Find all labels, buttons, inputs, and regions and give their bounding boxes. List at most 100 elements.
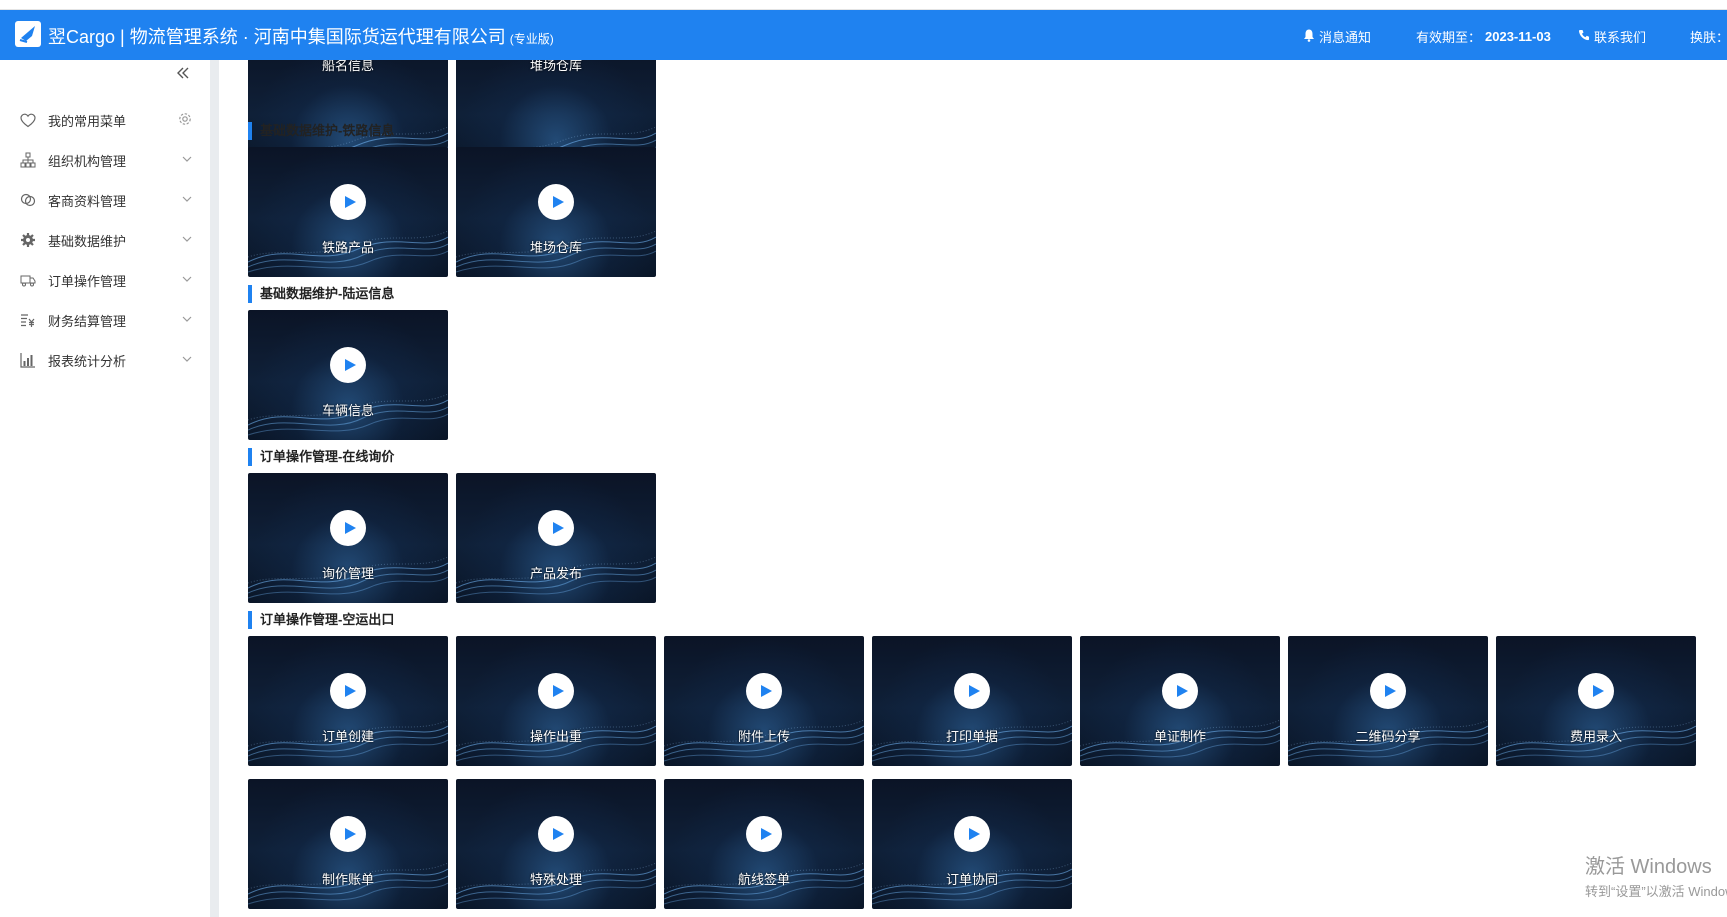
play-icon[interactable] [330, 816, 366, 852]
contact-button[interactable]: 联系我们 [1578, 27, 1646, 46]
sidebar-item-label: 订单操作管理 [48, 273, 127, 289]
validity-info: 有效期至： 2023-11-03 [1416, 27, 1551, 46]
play-icon[interactable] [330, 510, 366, 546]
play-icon[interactable] [330, 673, 366, 709]
video-card-label: 特殊处理 [529, 872, 582, 887]
video-card[interactable]: 单证制作 [1080, 636, 1280, 766]
chevron-down-icon [182, 312, 192, 327]
chart-icon [20, 352, 36, 368]
video-card[interactable]: 堆场仓库 [456, 147, 656, 277]
chevron-down-icon [182, 352, 192, 367]
sidebar-item-org[interactable]: 组织机构管理 [0, 140, 210, 180]
video-card-label: 航线签单 [737, 872, 790, 887]
video-card[interactable]: 产品发布 [456, 473, 656, 603]
money-icon [20, 312, 36, 328]
sidebar: 我的常用菜单 组织机构管理 客商资料管理 基础数据维护 订单操作管理 财务结算管… [0, 60, 210, 917]
sidebar-menu: 我的常用菜单 组织机构管理 客商资料管理 基础数据维护 订单操作管理 财务结算管… [0, 100, 210, 380]
skin-label: 换肤： [1690, 30, 1727, 45]
logo-icon [15, 21, 41, 47]
video-card[interactable]: 询价管理 [248, 473, 448, 603]
video-card-label: 订单创建 [321, 729, 374, 744]
play-icon[interactable] [1578, 673, 1614, 709]
play-icon[interactable] [746, 673, 782, 709]
chevron-down-icon [182, 152, 192, 167]
video-card-label: 二维码分享 [1355, 729, 1421, 744]
video-card[interactable]: 打印单据 [872, 636, 1072, 766]
play-icon[interactable] [538, 673, 574, 709]
video-card-label: 附件上传 [737, 729, 790, 744]
sidebar-item-label: 基础数据维护 [48, 233, 127, 249]
sidebar-item-orders[interactable]: 订单操作管理 [0, 260, 210, 300]
skin-switcher[interactable]: 换肤： [1690, 27, 1727, 46]
play-icon[interactable] [746, 816, 782, 852]
section-title: 订单操作管理-在线询价 [248, 448, 394, 466]
video-card-label: 订单协同 [945, 872, 998, 887]
heart-icon [20, 112, 36, 128]
video-card[interactable]: 订单创建 [248, 636, 448, 766]
sidebar-item-label: 报表统计分析 [48, 353, 127, 369]
browser-bookmark-strip [0, 0, 1727, 10]
watermark-line2: 转到“设置”以激活 Windows。 [1585, 884, 1727, 899]
chevron-down-icon [182, 272, 192, 287]
video-card[interactable]: 费用录入 [1496, 636, 1696, 766]
sidebar-item-label: 客商资料管理 [48, 193, 127, 209]
video-card[interactable]: 制作账单 [248, 779, 448, 909]
sidebar-item-label: 财务结算管理 [48, 313, 127, 329]
link-icon [20, 192, 36, 208]
play-icon[interactable] [954, 816, 990, 852]
chevron-down-icon [182, 232, 192, 247]
notice-button[interactable]: 消息通知 [1303, 27, 1371, 46]
play-icon[interactable] [538, 184, 574, 220]
video-card-label: 车辆信息 [321, 403, 374, 418]
video-card-label: 打印单据 [945, 729, 998, 744]
video-tutorial-panel[interactable]: 船名信息 堆场仓库 基础数据维护-铁路信息 铁路产品 堆场仓库 基础数据维护-陆运信息 车辆… [219, 60, 1727, 917]
play-icon[interactable] [330, 184, 366, 220]
sidebar-item-reports[interactable]: 报表统计分析 [0, 340, 210, 380]
video-card-label: 堆场仓库 [529, 240, 582, 255]
video-card-label: 堆场仓库 [529, 60, 582, 73]
video-card[interactable]: 附件上传 [664, 636, 864, 766]
play-icon[interactable] [954, 673, 990, 709]
valid-label: 有效期至： [1416, 30, 1482, 45]
play-icon[interactable] [1370, 673, 1406, 709]
section-title: 基础数据维护-陆运信息 [248, 285, 394, 303]
video-card[interactable]: 铁路产品 [248, 147, 448, 277]
sidebar-item-favorites[interactable]: 我的常用菜单 [0, 100, 210, 140]
video-card-label: 产品发布 [529, 566, 582, 581]
section-title: 基础数据维护-铁路信息 [248, 122, 394, 140]
sidebar-item-basedata[interactable]: 基础数据维护 [0, 220, 210, 260]
video-card-label: 操作出重 [529, 729, 582, 744]
layout-gutter [210, 60, 219, 917]
settings-icon[interactable] [178, 112, 192, 129]
video-card-label: 单证制作 [1153, 729, 1206, 744]
phone-icon [1578, 29, 1590, 44]
bell-icon [1303, 29, 1315, 45]
windows-activation-watermark: 激活 Windows 转到“设置”以激活 Windows。 [1585, 850, 1727, 900]
video-card-label: 费用录入 [1569, 729, 1622, 744]
video-card[interactable]: 车辆信息 [248, 310, 448, 440]
video-card-label: 铁路产品 [321, 240, 374, 255]
app-title-text: 翌Cargo | 物流管理系统 · 河南中集国际货运代理有限公司 [48, 27, 506, 47]
sidebar-item-clients[interactable]: 客商资料管理 [0, 180, 210, 220]
sidebar-item-label: 我的常用菜单 [48, 113, 127, 129]
chevron-down-icon [182, 192, 192, 207]
section-title: 订单操作管理-空运出口 [248, 611, 394, 629]
sidebar-item-finance[interactable]: 财务结算管理 [0, 300, 210, 340]
video-card[interactable]: 二维码分享 [1288, 636, 1488, 766]
contact-label: 联系我们 [1594, 30, 1647, 45]
video-card[interactable]: 订单协同 [872, 779, 1072, 909]
app-title: 翌Cargo | 物流管理系统 · 河南中集国际货运代理有限公司 (专业版) [48, 23, 554, 49]
video-card-label: 船名信息 [321, 60, 374, 73]
play-icon[interactable] [330, 347, 366, 383]
video-card-label: 询价管理 [321, 566, 374, 581]
app-header: 翌Cargo | 物流管理系统 · 河南中集国际货运代理有限公司 (专业版) 消息… [0, 10, 1727, 60]
play-icon[interactable] [1162, 673, 1198, 709]
video-card[interactable]: 特殊处理 [456, 779, 656, 909]
collapse-sidebar-icon[interactable] [176, 66, 190, 85]
play-icon[interactable] [538, 510, 574, 546]
notice-label: 消息通知 [1319, 30, 1372, 45]
org-icon [20, 152, 36, 168]
video-card[interactable]: 航线签单 [664, 779, 864, 909]
video-card[interactable]: 操作出重 [456, 636, 656, 766]
play-icon[interactable] [538, 816, 574, 852]
